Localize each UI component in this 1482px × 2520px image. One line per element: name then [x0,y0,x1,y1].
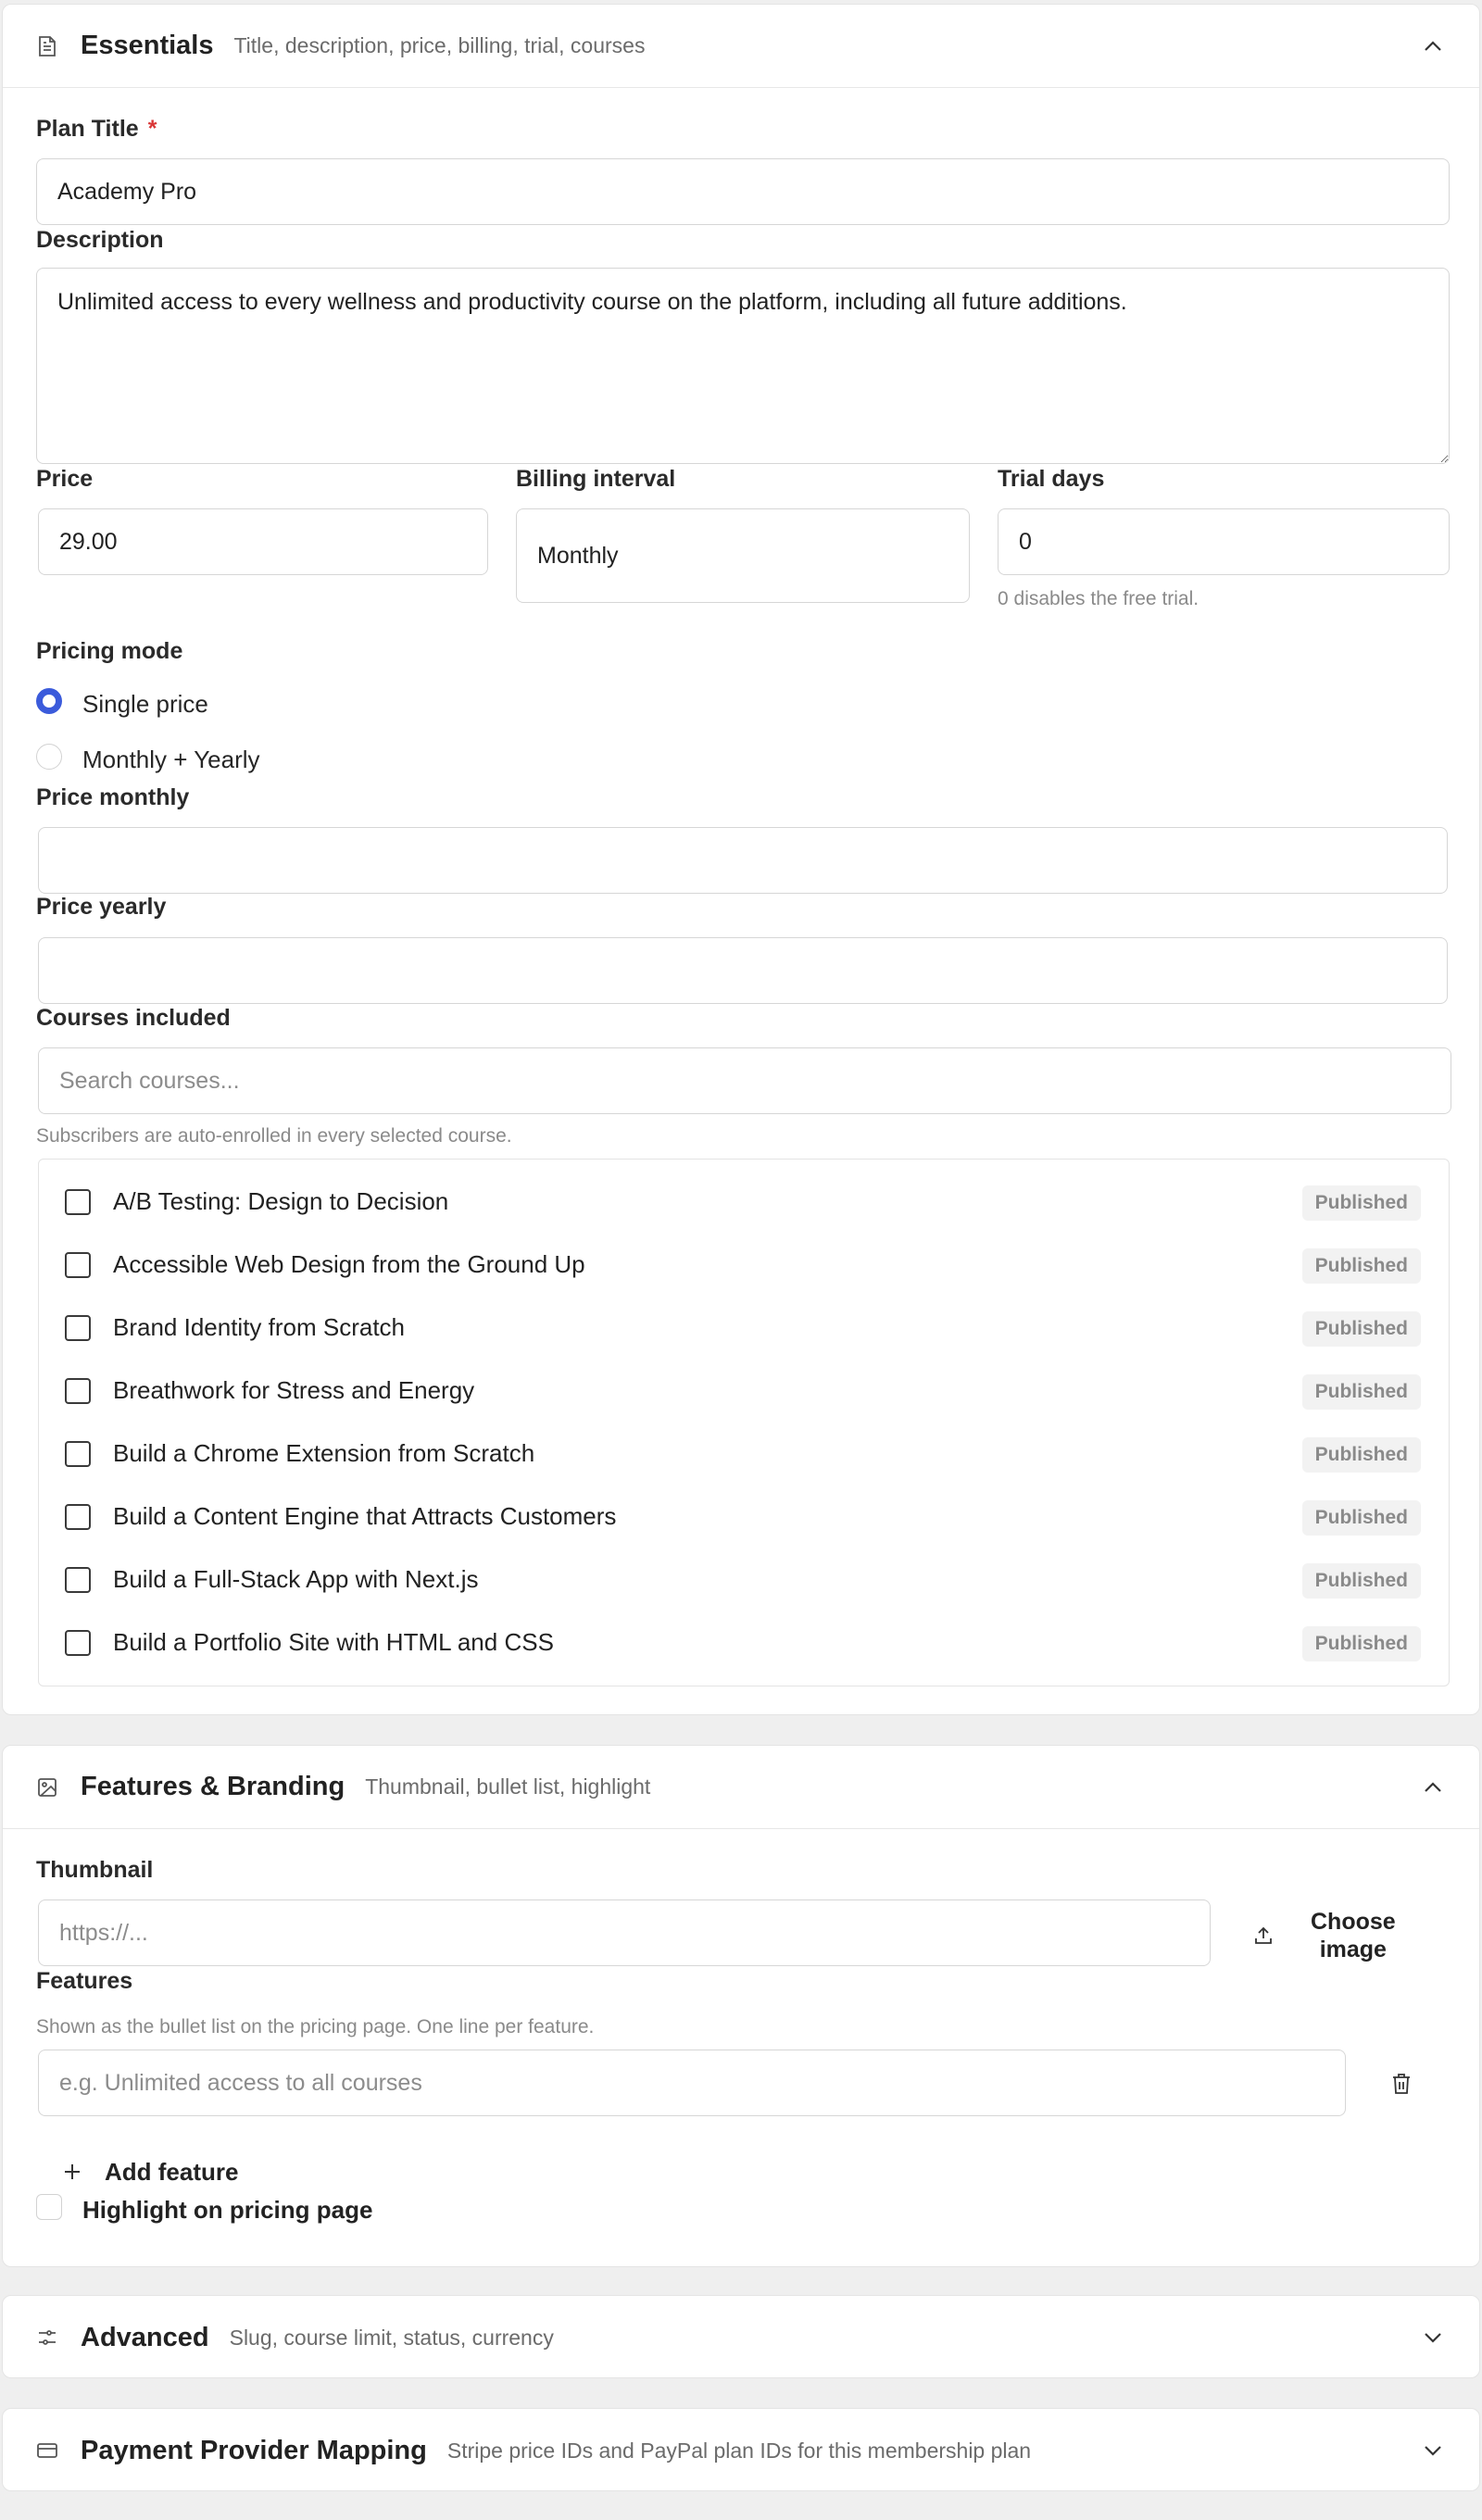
sliders-icon [36,2326,58,2349]
status-badge: Published [1301,1248,1421,1284]
course-checkbox[interactable] [65,1441,91,1467]
advanced-title: Advanced [81,2322,209,2352]
features-branding-title: Features & Branding [81,1772,345,1801]
course-row[interactable]: Build a Portfolio Site with HTML and CSS… [39,1610,1449,1673]
choose-image-label: Choose image [1311,1909,1396,1962]
choose-image-button[interactable]: Choose image [1240,1903,1453,1968]
features-branding-header[interactable]: Features & Branding Thumbnail, bullet li… [3,1746,1479,1829]
course-checkbox[interactable] [65,1378,91,1404]
plan-title-label: Plan Title * [36,116,157,142]
payment-mapping-card: Payment Provider Mapping Stripe price ID… [2,2408,1480,2491]
chevron-down-icon[interactable] [1420,2438,1446,2464]
trial-days-input[interactable] [998,508,1450,575]
billing-interval-select[interactable]: Monthly [516,508,970,603]
course-name: Breathwork for Stress and Energy [113,1376,475,1404]
radio-single-price[interactable] [36,688,62,714]
courses-search-input[interactable] [38,1047,1451,1114]
single-price-label: Single price [82,690,208,718]
payment-mapping-subtitle: Stripe price IDs and PayPal plan IDs for… [446,2438,1032,2463]
thumbnail-label: Thumbnail [36,1857,154,1883]
course-row[interactable]: Brand Identity from Scratch Published [39,1295,1449,1358]
course-checkbox[interactable] [65,1504,91,1530]
course-list: A/B Testing: Design to Decision Publishe… [38,1159,1450,1686]
feature-input[interactable] [38,2050,1346,2116]
radio-monthly-yearly[interactable] [36,744,62,770]
features-help: Shown as the bullet list on the pricing … [36,2016,595,2037]
price-label: Price [36,466,94,492]
delete-feature-button[interactable] [1383,2066,1420,2103]
plan-title-input[interactable] [36,158,1450,225]
advanced-header[interactable]: Advanced Slug, course limit, status, cur… [3,2296,1479,2379]
features-branding-subtitle: Thumbnail, bullet list, highlight [365,1774,651,1799]
course-checkbox[interactable] [65,1189,91,1215]
plus-icon [62,2162,82,2182]
essentials-title: Essentials [81,31,214,60]
description-label: Description [36,227,164,253]
upload-icon [1253,1924,1275,1947]
status-badge: Published [1301,1563,1421,1599]
course-name: Build a Chrome Extension from Scratch [113,1439,535,1467]
monthly-yearly-label: Monthly + Yearly [82,746,260,773]
features-label: Features [36,1968,133,1994]
course-row[interactable]: Build a Chrome Extension from Scratch Pu… [39,1421,1449,1484]
course-row[interactable]: Accessible Web Design from the Ground Up… [39,1232,1449,1295]
payment-mapping-header[interactable]: Payment Provider Mapping Stripe price ID… [3,2409,1479,2492]
status-badge: Published [1301,1374,1421,1410]
course-name: Brand Identity from Scratch [113,1313,406,1341]
status-badge: Published [1301,1626,1421,1661]
courses-included-label: Courses included [36,1005,231,1031]
pricing-mode-label: Pricing mode [36,638,183,664]
highlight-label: Highlight on pricing page [82,2196,373,2224]
image-icon [36,1776,58,1799]
price-yearly-label: Price yearly [36,894,167,920]
highlight-checkbox[interactable] [36,2194,62,2220]
chevron-up-icon[interactable] [1420,1774,1446,1800]
status-badge: Published [1301,1311,1421,1347]
courses-help: Subscribers are auto-enrolled in every s… [36,1125,512,1147]
course-row[interactable]: Breathwork for Stress and Energy Publish… [39,1358,1449,1421]
price-yearly-input[interactable] [38,937,1448,1004]
course-checkbox[interactable] [65,1630,91,1656]
billing-interval-value: Monthly [537,542,619,569]
course-row[interactable]: Build a Content Engine that Attracts Cus… [39,1484,1449,1547]
trash-icon [1391,2073,1412,2098]
advanced-subtitle: Slug, course limit, status, currency [229,2325,554,2350]
price-monthly-label: Price monthly [36,784,190,810]
course-name: Accessible Web Design from the Ground Up [113,1250,585,1278]
essentials-header[interactable]: Essentials Title, description, price, bi… [3,5,1479,88]
payment-mapping-title: Payment Provider Mapping [81,2435,427,2465]
course-name: Build a Full-Stack App with Next.js [113,1565,479,1593]
price-monthly-input[interactable] [38,827,1448,894]
status-badge: Published [1301,1500,1421,1536]
add-feature-label: Add feature [105,2157,239,2186]
course-checkbox[interactable] [65,1315,91,1341]
add-feature-button[interactable]: Add feature [62,2153,238,2190]
course-row[interactable]: Build a Full-Stack App with Next.js Publ… [39,1547,1449,1610]
billing-interval-label: Billing interval [516,466,676,492]
price-input[interactable] [38,508,488,575]
chevron-down-icon[interactable] [1420,2325,1446,2351]
course-checkbox[interactable] [65,1567,91,1593]
essentials-card: Essentials Title, description, price, bi… [2,4,1480,1715]
features-branding-card: Features & Branding Thumbnail, bullet li… [2,1745,1480,2267]
trial-days-help: 0 disables the free trial. [998,588,1199,609]
chevron-up-icon[interactable] [1420,33,1446,59]
required-mark: * [147,116,157,142]
status-badge: Published [1301,1185,1421,1221]
trial-days-label: Trial days [998,466,1105,492]
thumbnail-url-input[interactable] [38,1899,1211,1966]
course-name: Build a Content Engine that Attracts Cus… [113,1502,617,1530]
course-row[interactable]: A/B Testing: Design to Decision Publishe… [39,1169,1449,1232]
status-badge: Published [1301,1437,1421,1473]
credit-card-icon [36,2439,58,2462]
course-name: A/B Testing: Design to Decision [113,1187,449,1215]
advanced-card: Advanced Slug, course limit, status, cur… [2,2295,1480,2378]
essentials-subtitle: Title, description, price, billing, tria… [233,33,646,57]
description-textarea[interactable]: Unlimited access to every wellness and p… [36,268,1450,464]
course-checkbox[interactable] [65,1252,91,1278]
course-name: Build a Portfolio Site with HTML and CSS [113,1628,554,1656]
document-icon [36,35,58,57]
